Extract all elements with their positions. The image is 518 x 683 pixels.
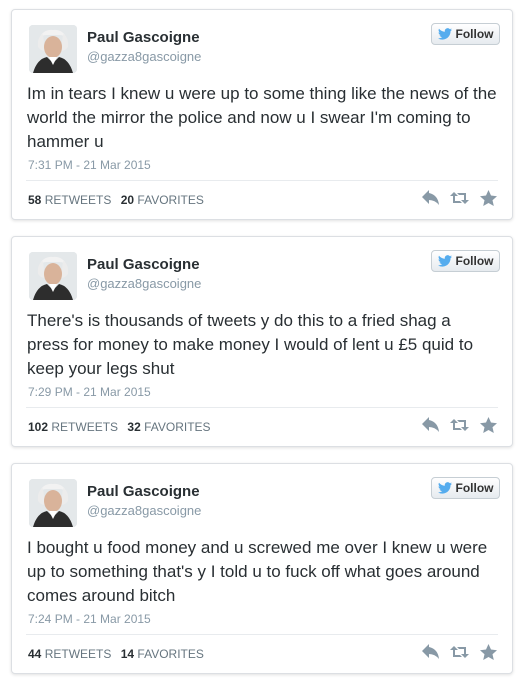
- display-name[interactable]: Paul Gascoigne: [87, 29, 200, 46]
- retweet-count[interactable]: 58: [28, 193, 41, 207]
- retweet-count-label: RETWEETS: [44, 193, 112, 207]
- avatar[interactable]: [29, 25, 77, 73]
- reply-icon[interactable]: [421, 189, 440, 207]
- retweet-icon[interactable]: [450, 416, 469, 434]
- tweet-actions: [421, 643, 498, 661]
- username[interactable]: @gazza8gascoigne: [87, 276, 201, 291]
- tweet-text: There's is thousands of tweets y do this…: [27, 311, 474, 378]
- follow-label: Follow: [455, 254, 494, 268]
- tweet-feed: Paul Gascoigne @gazza8gascoigne Follow I…: [0, 0, 518, 683]
- star-icon[interactable]: [479, 189, 498, 207]
- tweet-actions: [421, 416, 498, 434]
- tweet-stats: 58 RETWEETS 20 FAVORITES: [28, 193, 204, 207]
- tweet-text: Im in tears I knew u were up to some thi…: [27, 84, 497, 151]
- reply-icon[interactable]: [421, 643, 440, 661]
- timestamp[interactable]: 7:31 PM - 21 Mar 2015: [28, 158, 151, 172]
- retweet-count-label: RETWEETS: [44, 647, 112, 661]
- timestamp[interactable]: 7:29 PM - 21 Mar 2015: [28, 385, 151, 399]
- follow-button[interactable]: Follow: [431, 250, 500, 272]
- timestamp[interactable]: 7:24 PM - 21 Mar 2015: [28, 612, 151, 626]
- display-name[interactable]: Paul Gascoigne: [87, 256, 200, 273]
- username[interactable]: @gazza8gascoigne: [87, 49, 201, 64]
- retweet-count[interactable]: 44: [28, 647, 41, 661]
- retweet-icon[interactable]: [450, 189, 469, 207]
- favorite-count-label: FAVORITES: [137, 647, 204, 661]
- favorite-count[interactable]: 14: [121, 647, 134, 661]
- divider: [26, 634, 498, 635]
- tweet-card: Paul Gascoigne @gazza8gascoigne Follow T…: [11, 236, 513, 447]
- favorite-count[interactable]: 32: [127, 420, 140, 434]
- tweet-text: I bought u food money and u screwed me o…: [27, 538, 488, 605]
- favorite-count-label: FAVORITES: [137, 193, 204, 207]
- favorite-count[interactable]: 20: [121, 193, 134, 207]
- tweet-card: Paul Gascoigne @gazza8gascoigne Follow I…: [11, 9, 513, 220]
- reply-icon[interactable]: [421, 416, 440, 434]
- twitter-bird-icon: [437, 28, 452, 40]
- follow-label: Follow: [455, 27, 494, 41]
- divider: [26, 407, 498, 408]
- tweet-actions: [421, 189, 498, 207]
- follow-button[interactable]: Follow: [431, 477, 500, 499]
- star-icon[interactable]: [479, 643, 498, 661]
- retweet-icon[interactable]: [450, 643, 469, 661]
- avatar[interactable]: [29, 252, 77, 300]
- divider: [26, 180, 498, 181]
- favorite-count-label: FAVORITES: [144, 420, 211, 434]
- avatar[interactable]: [29, 479, 77, 527]
- follow-button[interactable]: Follow: [431, 23, 500, 45]
- follow-label: Follow: [455, 481, 494, 495]
- display-name[interactable]: Paul Gascoigne: [87, 483, 200, 500]
- tweet-stats: 102 RETWEETS 32 FAVORITES: [28, 420, 211, 434]
- tweet-stats: 44 RETWEETS 14 FAVORITES: [28, 647, 204, 661]
- twitter-bird-icon: [437, 482, 452, 494]
- tweet-card: Paul Gascoigne @gazza8gascoigne Follow I…: [11, 463, 513, 674]
- star-icon[interactable]: [479, 416, 498, 434]
- retweet-count[interactable]: 102: [28, 420, 48, 434]
- username[interactable]: @gazza8gascoigne: [87, 503, 201, 518]
- twitter-bird-icon: [437, 255, 452, 267]
- retweet-count-label: RETWEETS: [51, 420, 119, 434]
